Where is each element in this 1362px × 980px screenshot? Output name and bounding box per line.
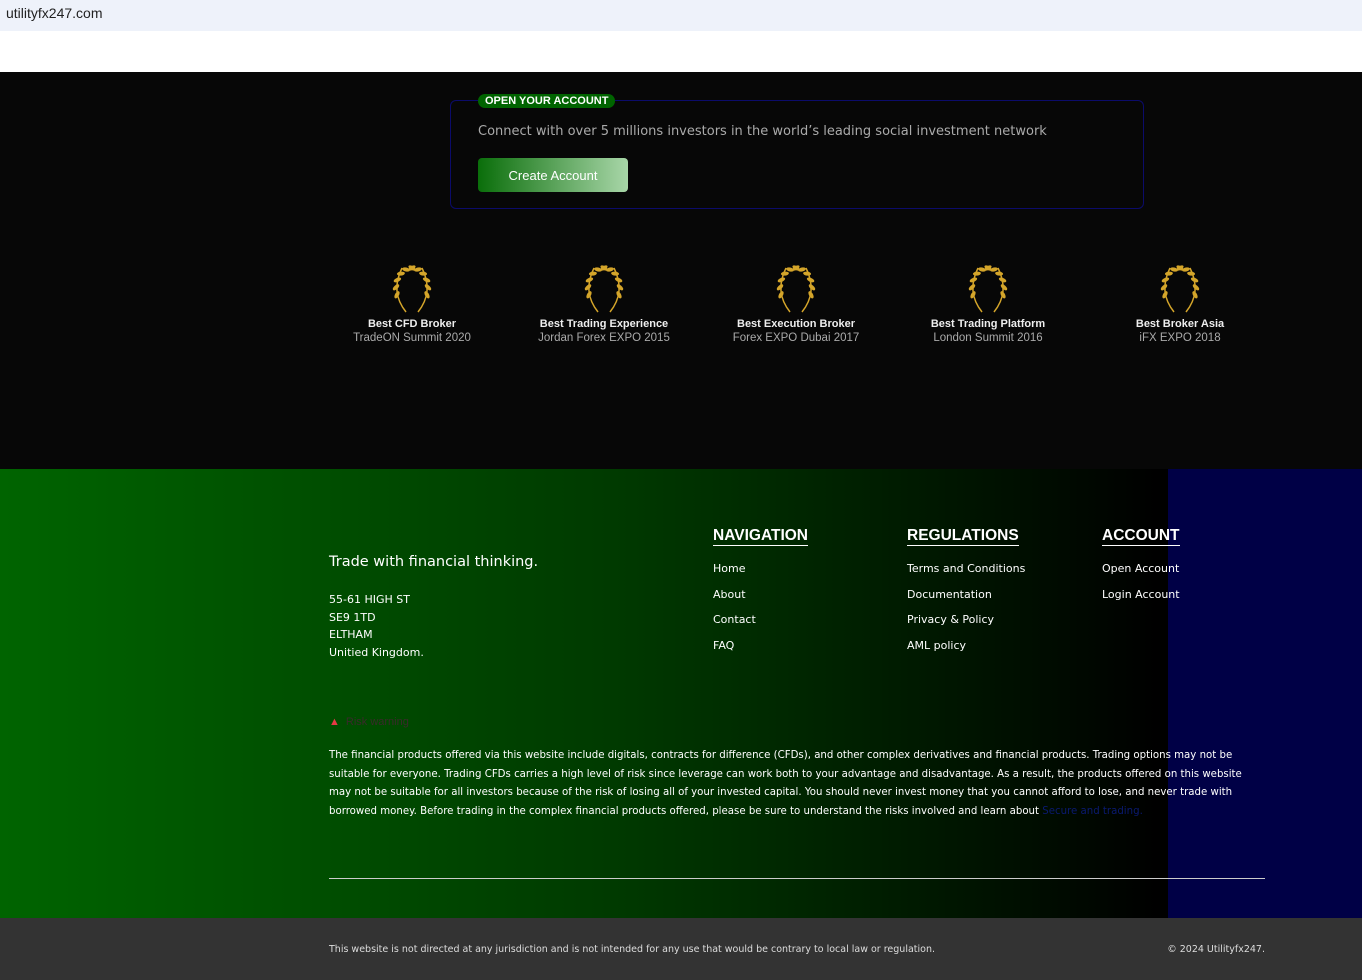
award-title: Best Trading Experience — [539, 318, 669, 330]
laurel-icon — [776, 265, 816, 313]
account-column: ACCOUNT Open Account Login Account — [1102, 525, 1180, 613]
link-terms[interactable]: Terms and Conditions — [907, 562, 1025, 588]
link-documentation[interactable]: Documentation — [907, 588, 1025, 614]
address-bar[interactable]: utilityfx247.com — [0, 0, 1362, 31]
award-subtitle: London Summit 2016 — [933, 332, 1043, 344]
warning-icon: ▲ — [329, 716, 340, 728]
award-subtitle: Jordan Forex EXPO 2015 — [538, 332, 670, 344]
footer-divider — [329, 878, 1265, 879]
laurel-icon — [968, 265, 1008, 313]
award-subtitle: iFX EXPO 2018 — [1139, 332, 1221, 344]
address-line: Unitied Kingdom. — [329, 646, 424, 660]
open-account-panel — [450, 100, 1144, 209]
link-login-account[interactable]: Login Account — [1102, 588, 1180, 614]
award-subtitle: TradeON Summit 2020 — [353, 332, 471, 344]
nav-link-contact[interactable]: Contact — [713, 613, 808, 639]
award-item: Best Trading Platform London Summit 2016 — [888, 262, 1088, 344]
risk-warning-title: ▲ Risk warning — [329, 716, 409, 728]
navigation-column: NAVIGATION Home About Contact FAQ — [713, 525, 809, 665]
create-account-button[interactable]: Create Account — [478, 158, 628, 192]
nav-link-about[interactable]: About — [713, 588, 808, 614]
award-item: Best Broker Asia iFX EXPO 2018 — [1080, 262, 1280, 344]
risk-warning-text: The financial products offered via this … — [329, 747, 1265, 821]
footer-address: 55-61 HIGH ST SE9 1TD ELTHAM Unitied Kin… — [329, 591, 424, 662]
footer-tagline: Trade with financial thinking. — [329, 554, 539, 570]
risk-warning-label: Risk warning — [345, 716, 409, 728]
address-line: 55-61 HIGH ST — [329, 593, 410, 606]
nav-link-faq[interactable]: FAQ — [713, 639, 808, 665]
laurel-icon — [584, 265, 624, 313]
award-title: Best Broker Asia — [1135, 318, 1225, 330]
footer-navy-panel — [1168, 469, 1362, 918]
jurisdiction-disclaimer: This website is not directed at any juri… — [329, 944, 935, 955]
secure-trading-link[interactable]: Secure and trading. — [1042, 806, 1143, 817]
laurel-icon — [1160, 265, 1200, 313]
award-item: Best CFD Broker TradeON Summit 2020 — [312, 262, 512, 344]
open-account-badge: OPEN YOUR ACCOUNT — [478, 94, 616, 108]
account-heading: ACCOUNT — [1102, 527, 1180, 546]
award-title: Best Trading Platform — [930, 318, 1046, 330]
link-open-account[interactable]: Open Account — [1102, 562, 1180, 588]
url-text: utilityfx247.com — [6, 5, 103, 21]
cta-text: Connect with over 5 millions investors i… — [478, 124, 1047, 139]
link-aml[interactable]: AML policy — [907, 639, 1025, 665]
award-title: Best CFD Broker — [367, 318, 457, 330]
nav-link-home[interactable]: Home — [713, 562, 808, 588]
copyright: © 2024 Utilityfx247. — [1167, 944, 1265, 955]
regulations-column: REGULATIONS Terms and Conditions Documen… — [907, 525, 1025, 665]
award-subtitle: Forex EXPO Dubai 2017 — [732, 332, 860, 344]
link-privacy[interactable]: Privacy & Policy — [907, 613, 1025, 639]
award-item: Best Trading Experience Jordan Forex EXP… — [504, 262, 704, 344]
award-item: Best Execution Broker Forex EXPO Dubai 2… — [696, 262, 896, 344]
award-title: Best Execution Broker — [737, 318, 855, 330]
laurel-icon — [392, 265, 432, 313]
navigation-heading: NAVIGATION — [713, 527, 809, 546]
regulations-heading: REGULATIONS — [907, 527, 1019, 546]
header-bar — [0, 31, 1362, 72]
address-line: ELTHAM — [329, 628, 373, 642]
address-line: SE9 1TD — [329, 610, 376, 624]
